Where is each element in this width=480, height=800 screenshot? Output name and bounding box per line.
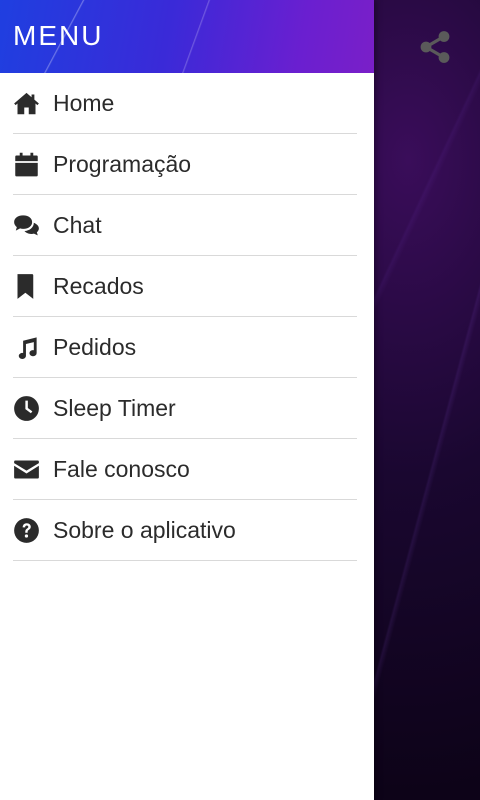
menu-item-label: Sleep Timer [53, 394, 176, 421]
menu-item-programacao[interactable]: Programação [13, 134, 357, 195]
menu-item-label: Pedidos [53, 333, 137, 360]
menu-item-fale-conosco[interactable]: Fale conosco [13, 439, 357, 500]
menu-item-label: Home [53, 89, 115, 116]
menu-item-label: Sobre o aplicativo [53, 516, 236, 543]
menu-item-recados[interactable]: Recados [13, 256, 357, 317]
menu-item-label: Chat [53, 211, 102, 238]
share-icon [420, 31, 450, 63]
clock-icon [13, 394, 41, 422]
chat-icon [13, 211, 41, 239]
drawer-title: MENU [13, 20, 104, 51]
menu-item-chat[interactable]: Chat [13, 195, 357, 256]
music-icon [13, 333, 41, 361]
bookmark-icon [13, 272, 41, 300]
share-button[interactable] [414, 26, 456, 68]
calendar-icon [13, 150, 41, 178]
menu-item-label: Programação [53, 150, 192, 177]
app-screen: MENU Home Programação Chat Recados Pedid… [0, 0, 480, 800]
menu-item-sobre[interactable]: Sobre o aplicativo [13, 500, 357, 561]
drawer-header: MENU [0, 0, 374, 73]
envelope-icon [13, 455, 41, 483]
navigation-drawer: MENU Home Programação Chat Recados Pedid… [0, 0, 374, 800]
question-circle-icon [13, 516, 41, 544]
menu-item-pedidos[interactable]: Pedidos [13, 317, 357, 378]
home-icon [13, 89, 41, 117]
menu-item-label: Recados [53, 272, 144, 299]
menu-item-sleep-timer[interactable]: Sleep Timer [13, 378, 357, 439]
menu-item-label: Fale conosco [53, 455, 190, 482]
menu-list: Home Programação Chat Recados Pedidos Sl… [0, 73, 374, 561]
menu-item-home[interactable]: Home [13, 73, 357, 134]
